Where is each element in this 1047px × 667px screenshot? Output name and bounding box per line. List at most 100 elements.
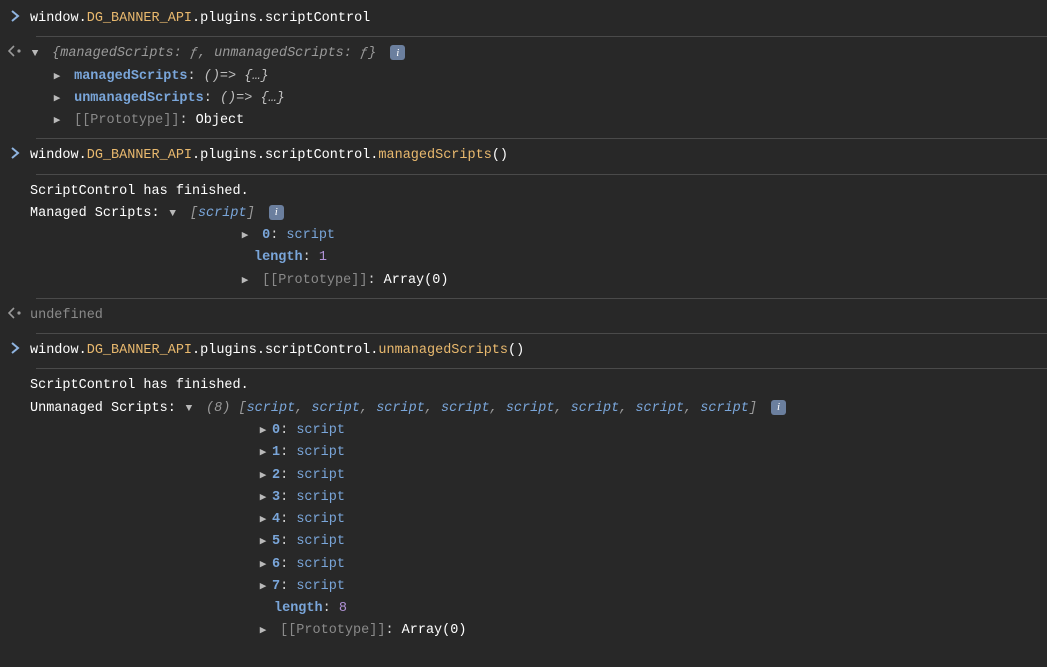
prompt-icon xyxy=(0,340,30,354)
console-input[interactable]: window.DG_BANNER_API.plugins.scriptContr… xyxy=(30,8,1047,30)
array-item[interactable]: 0: script xyxy=(30,420,1035,442)
expand-toggle-icon[interactable] xyxy=(30,45,40,63)
array-preview: script, script, script, script, script, … xyxy=(247,401,749,416)
array-item[interactable]: 6: script xyxy=(30,554,1035,576)
array-item[interactable]: 7: script xyxy=(30,576,1035,598)
property-key: unmanagedScripts xyxy=(74,91,204,106)
length-key: length xyxy=(274,601,323,616)
proto-key: [[Prototype]] xyxy=(262,273,367,288)
info-icon[interactable]: i xyxy=(771,400,786,415)
expand-toggle-icon[interactable] xyxy=(168,205,178,223)
length-val: 8 xyxy=(339,601,347,616)
empty-gutter xyxy=(0,375,30,377)
dot: . xyxy=(79,343,87,358)
array-length: length: 1 xyxy=(30,247,1035,269)
proto-val: Array(0) xyxy=(384,273,449,288)
divider xyxy=(36,36,1047,37)
expand-toggle-icon[interactable] xyxy=(258,533,268,551)
array-item[interactable]: 4: script xyxy=(30,509,1035,531)
array-item-preview: script xyxy=(311,401,360,416)
prompt-icon xyxy=(0,8,30,22)
log-text: ScriptControl has finished. xyxy=(30,181,1035,203)
array-item-preview: script xyxy=(506,401,555,416)
comma: , xyxy=(360,401,376,416)
comma: , xyxy=(684,401,700,416)
token-path: .plugins.scriptControl xyxy=(192,11,370,26)
array-item[interactable]: 3: script xyxy=(30,487,1035,509)
object-property[interactable]: unmanagedScripts: ()=> {…} xyxy=(30,88,1035,110)
index-key: 5 xyxy=(272,534,280,549)
object-prototype[interactable]: [[Prototype]]: Object xyxy=(30,110,1035,132)
expand-toggle-icon[interactable] xyxy=(52,90,62,108)
index-key: 0 xyxy=(262,228,270,243)
property-key: managedScripts xyxy=(74,69,187,84)
array-prototype[interactable]: [[Prototype]]: Array(0) xyxy=(30,620,1035,642)
comma: , xyxy=(198,46,214,61)
proto-key: [[Prototype]] xyxy=(74,113,179,128)
info-icon[interactable]: i xyxy=(390,45,405,60)
expand-toggle-icon[interactable] xyxy=(258,489,268,507)
array-prototype[interactable]: [[Prototype]]: Array(0) xyxy=(30,270,1035,292)
divider xyxy=(36,174,1047,175)
colon: : xyxy=(280,445,296,460)
bracket-close: ] xyxy=(749,401,757,416)
console-input-row: window.DG_BANNER_API.plugins.scriptContr… xyxy=(0,143,1047,169)
brace-close: } xyxy=(368,46,376,61)
expand-toggle-icon[interactable] xyxy=(258,422,268,440)
index-val: script xyxy=(296,445,345,460)
console-output-row: {managedScripts: ƒ, unmanagedScripts: ƒ}… xyxy=(0,41,1047,134)
array-length: length: 8 xyxy=(30,598,1035,620)
info-icon[interactable]: i xyxy=(269,205,284,220)
array-item[interactable]: 2: script xyxy=(30,465,1035,487)
expand-toggle-icon[interactable] xyxy=(258,556,268,574)
length-val: 1 xyxy=(319,250,327,265)
index-key: 1 xyxy=(272,445,280,460)
token-window: window xyxy=(30,11,79,26)
expand-toggle-icon[interactable] xyxy=(258,622,268,640)
expand-toggle-icon[interactable] xyxy=(52,112,62,130)
array-item[interactable]: 5: script xyxy=(30,531,1035,553)
index-val: script xyxy=(296,423,345,438)
log-array-line: Managed Scripts: [script] i xyxy=(30,203,1035,225)
array-item[interactable]: 1: script xyxy=(30,442,1035,464)
log-text: ScriptControl has finished. xyxy=(30,375,1035,397)
proto-key: [[Prototype]] xyxy=(280,623,385,638)
console-input[interactable]: window.DG_BANNER_API.plugins.scriptContr… xyxy=(30,145,1047,167)
expand-toggle-icon[interactable] xyxy=(258,467,268,485)
array-item-preview: script xyxy=(247,401,296,416)
token-call: () xyxy=(508,343,524,358)
index-val: script xyxy=(296,557,345,572)
colon: : xyxy=(323,601,339,616)
empty-gutter xyxy=(0,181,30,183)
divider xyxy=(36,368,1047,369)
index-val: script xyxy=(296,490,345,505)
token-window: window xyxy=(30,343,79,358)
index-key: 6 xyxy=(272,557,280,572)
array-item-preview: script xyxy=(571,401,620,416)
expand-toggle-icon[interactable] xyxy=(52,68,62,86)
array-item[interactable]: 0: script xyxy=(30,225,1035,247)
prompt-icon xyxy=(0,145,30,159)
expand-toggle-icon[interactable] xyxy=(258,511,268,529)
index-key: 2 xyxy=(272,468,280,483)
expand-toggle-icon[interactable] xyxy=(240,227,250,245)
proto-val: Object xyxy=(196,113,245,128)
expand-toggle-icon[interactable] xyxy=(184,400,194,418)
summary-key: managedScripts: xyxy=(60,46,190,61)
console-return-row: undefined xyxy=(0,303,1047,329)
object-property[interactable]: managedScripts: ()=> {…} xyxy=(30,66,1035,88)
colon: : xyxy=(280,423,296,438)
undefined-value: undefined xyxy=(30,308,103,323)
expand-toggle-icon[interactable] xyxy=(258,578,268,596)
token-path: .plugins.scriptControl. xyxy=(192,343,378,358)
bracket-open: [ xyxy=(230,401,246,416)
colon: : xyxy=(280,468,296,483)
console-input[interactable]: window.DG_BANNER_API.plugins.scriptContr… xyxy=(30,340,1047,362)
token-call: () xyxy=(492,148,508,163)
bracket-close: ] xyxy=(247,206,255,221)
object-summary[interactable]: {managedScripts: ƒ, unmanagedScripts: ƒ}… xyxy=(30,43,1035,65)
expand-toggle-icon[interactable] xyxy=(240,272,250,290)
colon: : xyxy=(280,512,296,527)
expand-toggle-icon[interactable] xyxy=(258,444,268,462)
array-item-preview: script xyxy=(198,206,247,221)
